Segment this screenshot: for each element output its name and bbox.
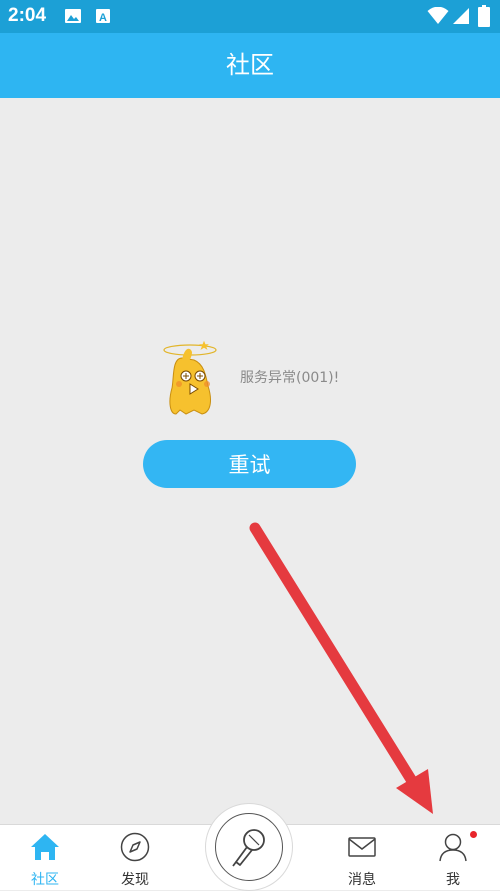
nav-label-me: 我 [446, 872, 460, 888]
app-bar: 社区 [0, 33, 500, 98]
a-icon: A [96, 9, 110, 24]
nav-item-me[interactable]: 我 [418, 825, 488, 890]
user-icon [439, 833, 467, 862]
content-area: 服务异常(001)! 重试 [0, 98, 500, 824]
microphone-icon [232, 829, 265, 867]
nav-label-community: 社区 [31, 872, 59, 888]
nav-item-messages[interactable]: 消息 [327, 825, 397, 890]
svg-text:A: A [99, 12, 107, 24]
home-icon [31, 834, 59, 860]
wifi-icon [427, 7, 449, 24]
page-title: 社区 [226, 51, 274, 79]
nav-label-messages: 消息 [348, 872, 376, 888]
mail-icon [348, 837, 376, 857]
status-bar: 2:04 A [0, 0, 500, 33]
battery-icon [478, 5, 490, 27]
status-time: 2:04 [8, 5, 47, 26]
nav-label-discover: 发现 [121, 872, 149, 888]
notification-badge [470, 831, 477, 838]
nav-item-discover[interactable]: 发现 [100, 825, 170, 890]
red-arrow-annotation [249, 522, 433, 814]
compass-icon [120, 832, 150, 862]
signal-icon [453, 8, 469, 24]
nav-item-community[interactable]: 社区 [10, 825, 80, 890]
center-mic-button[interactable] [205, 803, 293, 891]
image-icon [65, 9, 81, 23]
center-mic-ring [215, 813, 283, 881]
